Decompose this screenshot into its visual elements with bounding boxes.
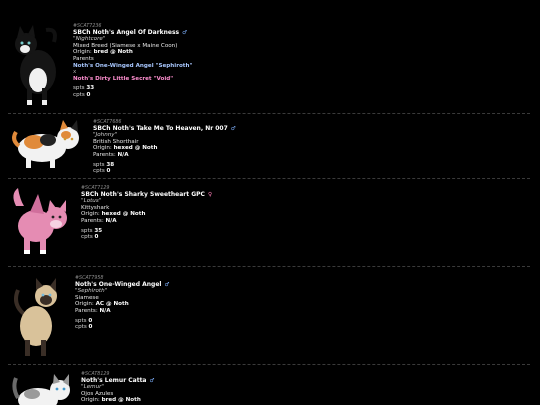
cpts-label: cpts	[75, 324, 87, 331]
male-symbol-icon: ♂	[182, 29, 188, 36]
cat-name-link[interactable]: Noth's Lemur Catta	[81, 377, 146, 384]
origin-value: hexed @ Noth	[113, 145, 158, 152]
spts-value: 35	[94, 227, 103, 234]
origin-label: Origin:	[93, 145, 112, 152]
male-symbol-icon: ♂	[230, 125, 236, 132]
cpts-value: 0	[88, 324, 93, 331]
cat-breed: Mixed Breed (Siamese x Maine Coon)	[73, 42, 178, 49]
spts-label: spts	[73, 85, 85, 92]
cat-nickname: "Johnny"	[93, 132, 118, 139]
spts-value: 33	[86, 85, 95, 92]
cat-image-siamese[interactable]	[10, 274, 68, 360]
cat-name-link[interactable]: SBCh Noth's Angel Of Darkness	[73, 29, 179, 36]
cat-image-calico[interactable]	[10, 118, 84, 172]
origin-label: Origin:	[73, 49, 92, 56]
origin-value: AC @ Noth	[95, 301, 129, 308]
cpts-value: 0	[94, 234, 99, 241]
origin-label: Origin:	[81, 397, 100, 404]
parents-label: Parents:	[81, 217, 104, 224]
cat-name-link[interactable]: SBCh Noth's Sharky Sweetheart GPC	[81, 191, 205, 198]
female-symbol-icon: ♀	[207, 191, 213, 198]
parents-value: N/A	[117, 151, 129, 158]
cpts-label: cpts	[93, 168, 105, 175]
entry-divider	[8, 178, 530, 179]
cpts-value: 0	[86, 91, 91, 98]
cat-nickname: "Lemur"	[81, 384, 104, 391]
parent-separator: x	[73, 69, 77, 76]
parents-label: Parents	[73, 55, 94, 62]
cat-image-pink-kittyshark[interactable]	[8, 184, 74, 258]
parent-dam-link[interactable]: Noth's Dirty Little Secret "Void"	[73, 76, 192, 83]
spts-label: spts	[81, 227, 93, 234]
cpts-label: cpts	[73, 91, 85, 98]
parents-label: Parents:	[93, 151, 116, 158]
cat-breed: Kittyshark	[81, 204, 110, 211]
cat-breed: British Shorthair	[93, 138, 139, 145]
cat-name-link[interactable]: Noth's One-Winged Angel	[75, 281, 161, 288]
cat-image-black-white[interactable]	[8, 22, 66, 108]
entry-divider	[8, 113, 530, 114]
parents-label: Parents:	[75, 307, 98, 314]
cat-nickname: "Nightcore"	[73, 36, 106, 43]
parents-value: N/A	[99, 307, 111, 314]
entry-divider	[8, 364, 530, 365]
cat-nickname: "Lotus"	[81, 198, 102, 205]
male-symbol-icon: ♂	[149, 377, 155, 384]
origin-value: bred @ Noth	[93, 49, 133, 56]
male-symbol-icon: ♂	[164, 281, 170, 288]
cat-breed: Siamese	[75, 294, 99, 301]
cpts-value: 0	[106, 168, 111, 175]
spts-label: spts	[93, 161, 105, 168]
origin-label: Origin:	[75, 301, 94, 308]
parents-value: N/A	[105, 217, 117, 224]
spts-value: 38	[106, 161, 115, 168]
cpts-label: cpts	[81, 234, 93, 241]
spts-label: spts	[75, 317, 87, 324]
cat-image-lemur-white[interactable]	[10, 370, 74, 405]
parent-sire-link[interactable]: Noth's One-Winged Angel "Sephiroth"	[73, 63, 192, 70]
cat-nickname: "Sephiroth"	[75, 288, 108, 295]
cat-breed: Ojos Azules	[81, 390, 114, 397]
origin-label: Origin:	[81, 211, 100, 218]
origin-value: hexed @ Noth	[101, 211, 146, 218]
origin-value: bred @ Noth	[101, 397, 141, 404]
spts-value: 0	[88, 317, 93, 324]
cat-name-link[interactable]: SBCh Noth's Take Me To Heaven, Nr 007	[93, 125, 228, 132]
entry-divider	[8, 266, 530, 267]
